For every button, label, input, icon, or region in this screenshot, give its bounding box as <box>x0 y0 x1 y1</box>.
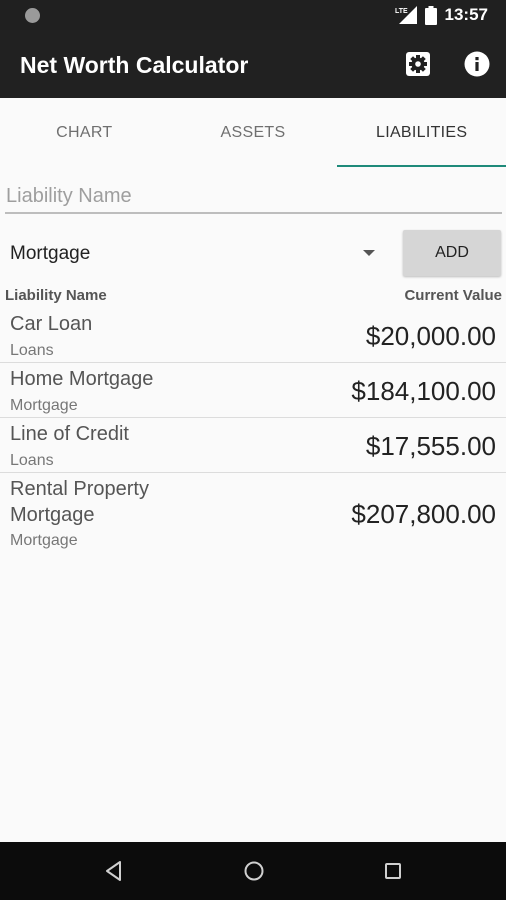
liability-name: Home Mortgage <box>10 368 154 390</box>
info-icon[interactable] <box>463 50 491 78</box>
app-bar: Net Worth Calculator <box>0 30 506 98</box>
back-icon[interactable] <box>102 859 126 883</box>
list-item[interactable]: Home Mortgage Mortgage $184,100.00 <box>0 363 506 418</box>
tab-chart[interactable]: CHART <box>0 98 169 168</box>
notification-dot-icon <box>25 8 40 23</box>
liability-type-dropdown[interactable]: Mortgage <box>0 232 390 276</box>
liability-category: Loans <box>10 342 54 359</box>
lte-signal-icon: LTE <box>395 6 417 24</box>
liability-value: $184,100.00 <box>351 376 496 406</box>
svg-text:LTE: LTE <box>395 8 408 15</box>
tab-assets[interactable]: ASSETS <box>169 98 338 168</box>
liability-type-value: Mortgage <box>10 243 91 264</box>
list-item[interactable]: Car Loan Loans $20,000.00 <box>0 309 506 363</box>
recent-apps-icon[interactable] <box>381 859 405 883</box>
status-indicators: LTE 13:57 <box>395 5 488 25</box>
table-header: Liability Name Current Value <box>0 285 506 307</box>
list-item[interactable]: Rental Property Mortgage Mortgage $207,8… <box>0 473 506 555</box>
liability-list: Car Loan Loans $20,000.00 Home Mortgage … <box>0 309 506 555</box>
header-current-value: Current Value <box>404 287 502 304</box>
battery-icon <box>424 5 437 25</box>
liability-category: Mortgage <box>10 532 78 549</box>
add-button[interactable]: ADD <box>403 230 501 276</box>
liability-name: Line of Credit <box>10 423 129 445</box>
app-title: Net Worth Calculator <box>20 52 249 78</box>
list-item[interactable]: Line of Credit Loans $17,555.00 <box>0 418 506 473</box>
dropdown-caret-icon <box>363 250 375 256</box>
tab-bar: CHART ASSETS LIABILITIES <box>0 98 506 168</box>
system-nav-bar <box>0 842 506 900</box>
liability-category: Mortgage <box>10 397 78 414</box>
tab-liabilities[interactable]: LIABILITIES <box>337 98 506 168</box>
liability-name-input[interactable] <box>5 180 502 214</box>
liability-value: $17,555.00 <box>365 431 496 461</box>
status-time: 13:57 <box>444 5 488 24</box>
liability-category: Loans <box>10 452 54 469</box>
home-icon[interactable] <box>242 859 266 883</box>
liability-name: Rental Property Mortgage <box>10 478 149 526</box>
liability-value: $20,000.00 <box>365 321 496 351</box>
settings-icon[interactable] <box>404 50 432 78</box>
liability-value: $207,800.00 <box>351 499 496 529</box>
status-bar: LTE 13:57 <box>0 0 506 30</box>
liability-name: Car Loan <box>10 313 93 335</box>
header-liability-name: Liability Name <box>5 287 107 304</box>
